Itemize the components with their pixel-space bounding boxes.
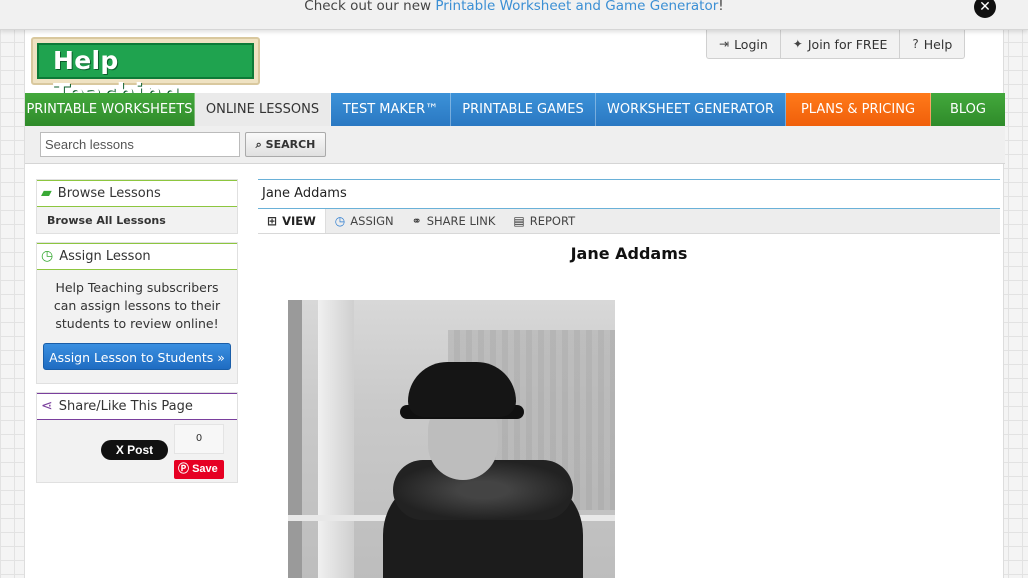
pinterest-save-button[interactable]: Ⓟ Save — [174, 460, 224, 479]
notice-bar: Check out our new Printable Worksheet an… — [0, 0, 1028, 30]
nav-printable-games[interactable]: PRINTABLE GAMES — [451, 93, 596, 126]
breadcrumb: Jane Addams — [258, 179, 1000, 209]
person-icon: ✦ — [792, 36, 803, 51]
share-buttons: X Post 0 Ⓟ Save — [37, 420, 237, 482]
notice-text-before: Check out our new — [304, 0, 436, 14]
clock-icon: ◷ — [334, 214, 346, 228]
search-button-label: SEARCH — [265, 138, 316, 151]
nav-blog[interactable]: BLOG — [931, 93, 1005, 126]
close-icon[interactable]: ✕ — [974, 0, 996, 18]
assign-lesson-button[interactable]: Assign Lesson to Students » — [43, 343, 231, 370]
pinterest-icon: Ⓟ — [178, 463, 189, 475]
lesson-title: Jane Addams — [570, 244, 688, 263]
tab-view[interactable]: ⊞ VIEW — [258, 209, 326, 233]
join-button[interactable]: ✦ Join for FREE — [781, 30, 901, 58]
clock-icon: ◷ — [41, 248, 54, 264]
main-nav: PRINTABLE WORKSHEETS ONLINE LESSONS TEST… — [25, 93, 1005, 126]
tab-share-link-label: SHARE LINK — [426, 214, 496, 228]
search-icon: ⌕ — [255, 138, 262, 151]
sign-in-icon: ⇥ — [719, 36, 730, 51]
join-label: Join for FREE — [807, 36, 888, 52]
site-logo[interactable]: Help Teaching — [31, 37, 260, 107]
nav-plans-pricing[interactable]: PLANS & PRICING — [786, 93, 931, 126]
browse-panel: ▰ Browse Lessons Browse All Lessons — [36, 179, 238, 234]
share-count: 0 — [174, 424, 224, 454]
question-icon: ? — [912, 36, 919, 51]
browse-header: ▰ Browse Lessons — [37, 180, 237, 207]
nav-worksheet-generator[interactable]: WORKSHEET GENERATOR — [596, 93, 786, 126]
assign-panel: ◷ Assign Lesson Help Teaching subscriber… — [36, 242, 238, 384]
tab-report[interactable]: ▤ REPORT — [504, 209, 584, 233]
tab-assign[interactable]: ◷ ASSIGN — [326, 209, 403, 233]
nav-test-maker[interactable]: TEST MAKER™ — [331, 93, 451, 126]
login-label: Login — [734, 36, 768, 52]
share-header: ⋖ Share/Like This Page — [37, 393, 237, 420]
share-icon: ⋖ — [41, 398, 53, 414]
login-button[interactable]: ⇥ Login — [707, 30, 781, 58]
lesson-photo — [288, 300, 615, 578]
nav-printable-worksheets[interactable]: PRINTABLE WORKSHEETS — [25, 93, 195, 126]
assign-title: Assign Lesson — [59, 249, 151, 264]
x-post-button[interactable]: X Post — [101, 440, 168, 460]
document-icon: ▤ — [513, 214, 525, 228]
tab-report-label: REPORT — [529, 214, 576, 228]
pin-save-label: Save — [192, 463, 218, 475]
share-panel: ⋖ Share/Like This Page X Post 0 Ⓟ Save — [36, 392, 238, 483]
browse-all-link[interactable]: Browse All Lessons — [37, 207, 237, 234]
browse-title: Browse Lessons — [57, 186, 161, 201]
folder-icon: ▰ — [41, 185, 52, 201]
lesson-content: Jane Addams ⊞ VIEW ◷ ASSIGN ⚭ SHARE LINK… — [258, 179, 1000, 578]
binoculars-icon: ⊞ — [267, 214, 278, 228]
lesson-tabs: ⊞ VIEW ◷ ASSIGN ⚭ SHARE LINK ▤ REPORT — [258, 209, 1000, 234]
photo-detail — [288, 300, 302, 578]
search-button[interactable]: ⌕ SEARCH — [245, 132, 326, 157]
link-icon: ⚭ — [411, 214, 422, 228]
tab-assign-label: ASSIGN — [350, 214, 394, 228]
share-title: Share/Like This Page — [58, 399, 193, 414]
search-input[interactable]: Search lessons — [40, 132, 240, 157]
notice-text-after: ! — [718, 0, 724, 14]
tab-view-label: VIEW — [282, 214, 316, 228]
photo-detail — [318, 300, 354, 578]
search-bar: Search lessons ⌕ SEARCH — [25, 126, 1005, 164]
account-links: ⇥ Login ✦ Join for FREE ? Help — [706, 30, 966, 59]
tab-share-link[interactable]: ⚭ SHARE LINK — [403, 209, 505, 233]
notice-text: Check out our new Printable Worksheet an… — [0, 0, 1028, 13]
generator-link[interactable]: Printable Worksheet and Game Generator — [435, 0, 718, 14]
photo-detail — [408, 362, 516, 417]
nav-online-lessons[interactable]: ONLINE LESSONS — [195, 93, 331, 126]
help-button[interactable]: ? Help — [900, 30, 964, 58]
page-container: Help Teaching ⇥ Login ✦ Join for FREE ? … — [24, 30, 1005, 578]
assign-description: Help Teaching subscribers can assign les… — [53, 280, 221, 331]
assign-header: ◷ Assign Lesson — [37, 243, 237, 270]
help-label: Help — [923, 36, 953, 52]
logo-text: Help Teaching — [37, 43, 254, 107]
